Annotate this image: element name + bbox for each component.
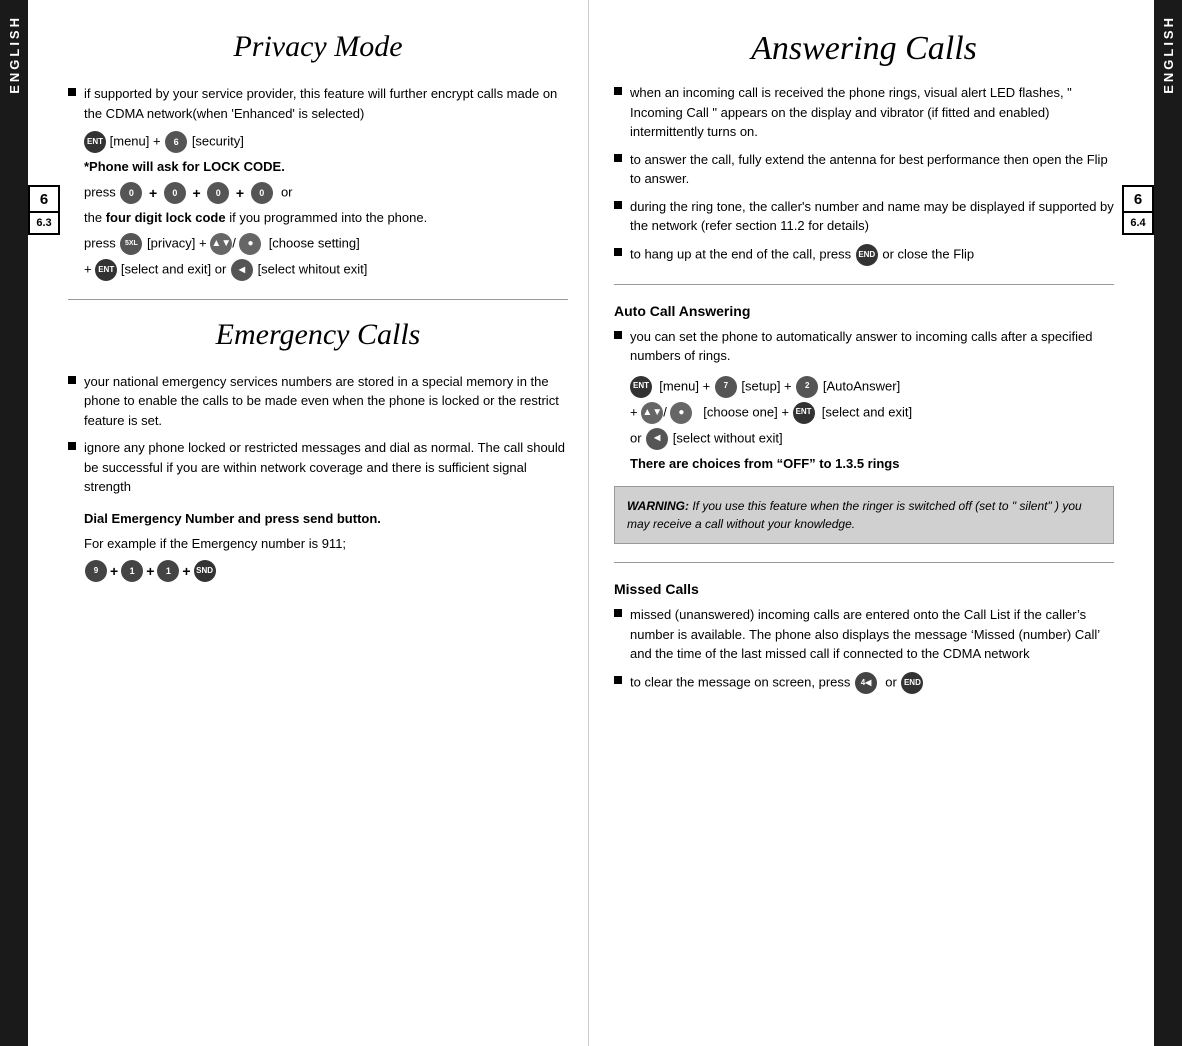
one-btn-1: 1 xyxy=(121,560,143,582)
auto-call-instructions: ENT [menu] + 7 [setup] + 2 [AutoAnswer] xyxy=(630,376,1114,398)
missed-bullets: missed (unanswered) incoming calls are e… xyxy=(614,605,1114,694)
four-digit-text: the four digit lock code if you programm… xyxy=(84,208,568,229)
privacy-bullets: if supported by your service provider, t… xyxy=(68,84,568,281)
privacy-bullet-1-text: if supported by your service provider, t… xyxy=(84,84,568,123)
nav-2: ● xyxy=(239,233,261,255)
bullet-icon-8 xyxy=(614,331,622,339)
answering-bullet-3-text: during the ring tone, the caller's numbe… xyxy=(630,197,1114,236)
emergency-bullets: your national emergency services numbers… xyxy=(68,372,568,497)
answering-bullet-3: during the ring tone, the caller's numbe… xyxy=(614,197,1114,236)
missed-calls-heading: Missed Calls xyxy=(614,581,1114,597)
send-btn: SND xyxy=(194,560,216,582)
auto-call-bullet-1-text: you can set the phone to automatically a… xyxy=(630,327,1114,366)
main-container: Privacy Mode if supported by your servic… xyxy=(58,0,1124,1046)
choices-text: There are choices from “OFF” to 1.3.5 ri… xyxy=(630,454,1114,475)
missed-bullet-2: to clear the message on screen, press 4◀… xyxy=(614,672,1114,694)
emergency-bullet-1-text: your national emergency services numbers… xyxy=(84,372,568,431)
divider-3 xyxy=(614,562,1114,563)
answering-bullets: when an incoming call is received the ph… xyxy=(614,83,1114,266)
security-btn: 6 xyxy=(165,131,187,153)
chapter-number-right: 6 xyxy=(1122,185,1154,213)
answering-bullet-1: when an incoming call is received the ph… xyxy=(614,83,1114,142)
select-exit: + ENT [select and exit] or ◀ [select whi… xyxy=(84,259,568,281)
chapter-sub-left: 6.3 xyxy=(28,213,60,235)
bullet-icon-10 xyxy=(614,676,622,684)
zero-btn-3: 0 xyxy=(207,182,229,204)
sidebar-left-label: ENGLISH xyxy=(7,15,22,94)
one-btn-2: 1 xyxy=(157,560,179,582)
auto-call-bullet-1: you can set the phone to automatically a… xyxy=(614,327,1114,366)
privacy-mode-title: Privacy Mode xyxy=(68,30,568,64)
auto-call-instructions-2: + ▲▼/ ● [choose one] + ENT [select and e… xyxy=(630,402,1114,424)
answering-bullet-4: to hang up at the end of the call, press… xyxy=(614,244,1114,266)
privacy-menu-instruction: ENT [menu] + 6 [security] xyxy=(84,131,568,153)
privacy-bullet-1: if supported by your service provider, t… xyxy=(68,84,568,123)
warning-text: If you use this feature when the ringer … xyxy=(627,499,1082,531)
sidebar-right: ENGLISH xyxy=(1154,0,1182,1046)
nav-up-down: ▲▼ xyxy=(210,233,232,255)
nav-ud-2: ▲▼ xyxy=(641,402,663,424)
missed-bullet-1-text: missed (unanswered) incoming calls are e… xyxy=(630,605,1114,664)
bullet-icon-2 xyxy=(68,376,76,384)
enter-btn-1: ENT xyxy=(84,131,106,153)
missed-bullet-2-text: to clear the message on screen, press 4◀… xyxy=(630,672,1114,694)
sidebar-right-label: ENGLISH xyxy=(1161,15,1176,94)
answering-bullet-1-text: when an incoming call is received the ph… xyxy=(630,83,1114,142)
zero-btn-4: 0 xyxy=(251,182,273,204)
abc-btn: 2 xyxy=(796,376,818,398)
back-btn: ◀ xyxy=(231,259,253,281)
warning-box: WARNING: If you use this feature when th… xyxy=(614,486,1114,544)
back-btn-2: ◀ xyxy=(646,428,668,450)
left-column: Privacy Mode if supported by your servic… xyxy=(58,0,589,1046)
bullet-icon-7 xyxy=(614,248,622,256)
divider-2 xyxy=(614,284,1114,285)
clear-btn: 4◀ xyxy=(855,672,877,694)
emergency-buttons: 9 + 1 + 1 + SND xyxy=(84,560,568,582)
bullet-icon-9 xyxy=(614,609,622,617)
chapter-marker-right: 6 6.4 xyxy=(1122,185,1154,235)
enter-btn-4: ENT xyxy=(793,402,815,424)
right-column: Answering Calls when an incoming call is… xyxy=(589,0,1124,1046)
enter-btn-3: ENT xyxy=(630,376,652,398)
lock-code-notice: *Phone will ask for LOCK CODE. xyxy=(84,157,568,178)
answering-bullet-2-text: to answer the call, fully extend the ant… xyxy=(630,150,1114,189)
press-keys: press 0 + 0 + 0 + 0 or xyxy=(84,182,568,204)
emergency-bullet-1: your national emergency services numbers… xyxy=(68,372,568,431)
bullet-icon-5 xyxy=(614,154,622,162)
emergency-calls-title: Emergency Calls xyxy=(68,318,568,352)
answering-bullet-2: to answer the call, fully extend the ant… xyxy=(614,150,1114,189)
divider-1 xyxy=(68,299,568,300)
emergency-bullet-2-text: ignore any phone locked or restricted me… xyxy=(84,438,568,497)
bullet-icon-6 xyxy=(614,201,622,209)
dial-heading: Dial Emergency Number and press send but… xyxy=(84,509,568,530)
setup-btn: 7 xyxy=(715,376,737,398)
example-text: For example if the Emergency number is 9… xyxy=(84,534,568,555)
auto-call-heading: Auto Call Answering xyxy=(614,303,1114,319)
nav-3: ● xyxy=(670,402,692,424)
bullet-icon-4 xyxy=(614,87,622,95)
bullet-icon-3 xyxy=(68,442,76,450)
warning-label: WARNING: xyxy=(627,499,689,513)
missed-bullet-1: missed (unanswered) incoming calls are e… xyxy=(614,605,1114,664)
sidebar-left: ENGLISH xyxy=(0,0,28,1046)
end-btn: END xyxy=(856,244,878,266)
nine-btn: 9 xyxy=(85,560,107,582)
auto-call-bullets: you can set the phone to automatically a… xyxy=(614,327,1114,366)
chapter-number-left: 6 xyxy=(28,185,60,213)
enter-btn-2: ENT xyxy=(95,259,117,281)
zero-btn-1: 0 xyxy=(120,182,142,204)
answering-bullet-4-text: to hang up at the end of the call, press… xyxy=(630,244,1114,266)
end-btn-2: END xyxy=(901,672,923,694)
press-privacy: press 5XL [privacy] + ▲▼/ ● [choose sett… xyxy=(84,233,568,255)
bullet-icon-1 xyxy=(68,88,76,96)
chapter-sub-right: 6.4 xyxy=(1122,213,1154,235)
chapter-marker-left: 6 6.3 xyxy=(28,185,60,235)
emergency-bullet-2: ignore any phone locked or restricted me… xyxy=(68,438,568,497)
zero-btn-2: 0 xyxy=(164,182,186,204)
auto-call-instructions-3: or ◀ [select without exit] xyxy=(630,428,1114,450)
answering-calls-title: Answering Calls xyxy=(614,30,1114,68)
5xl-btn: 5XL xyxy=(120,233,142,255)
